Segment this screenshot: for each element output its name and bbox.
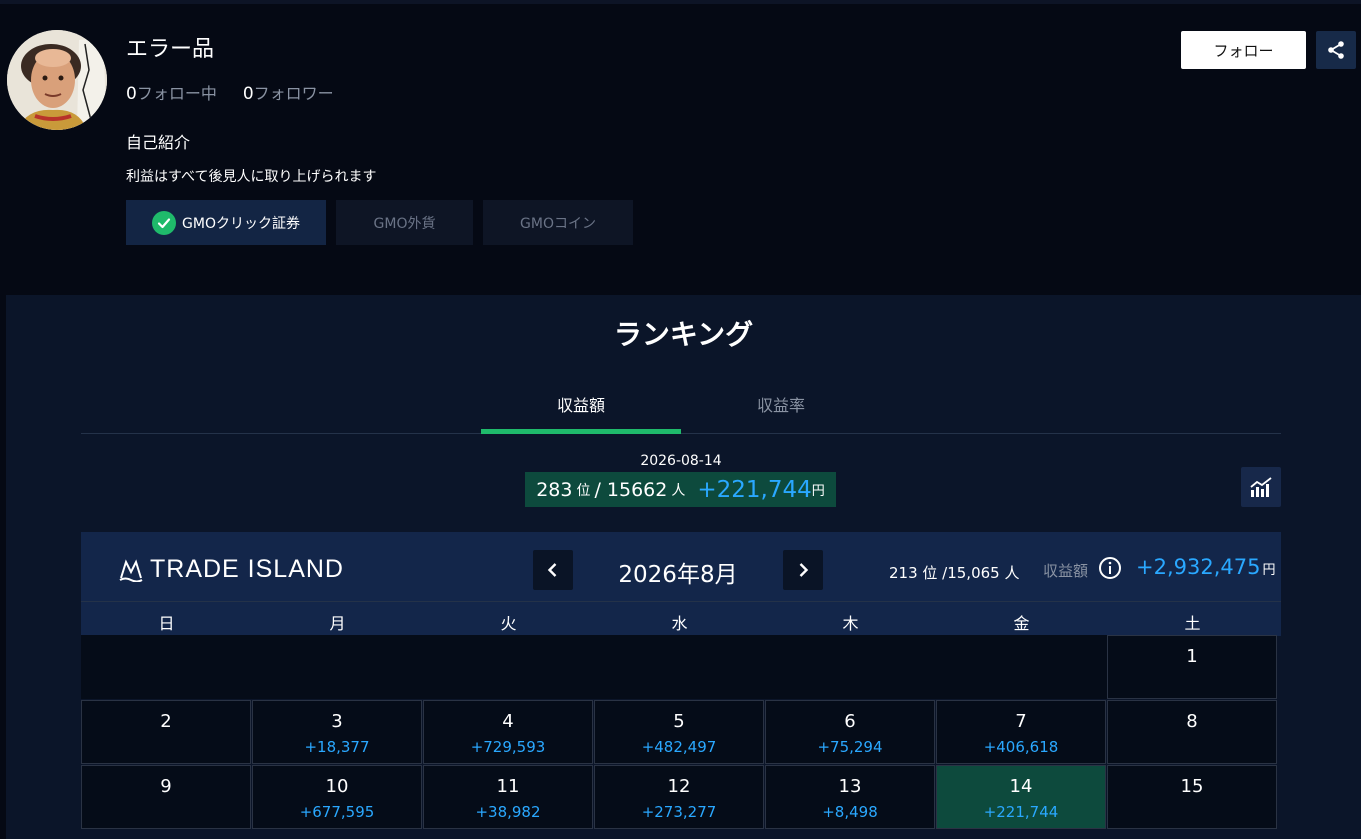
calendar-day-cell[interactable]: 4 +729,593	[423, 700, 593, 764]
day-number: 13	[838, 776, 862, 797]
bio-label: 自己紹介	[126, 133, 191, 152]
monthly-profit: +2,932,475 円	[1136, 555, 1276, 579]
tab-profit-rate[interactable]: 収益率	[681, 392, 881, 416]
check-icon	[152, 210, 177, 235]
calendar-day-cell[interactable]: 11 +38,982	[423, 765, 593, 829]
day-number: 10	[325, 776, 349, 797]
following-link[interactable]: 0フォロー中	[126, 80, 217, 104]
weekday-wed: 水	[671, 614, 688, 633]
day-profit: +482,497	[641, 738, 717, 756]
trade-island-logo: TRADE ISLAND	[118, 555, 344, 584]
avatar[interactable]	[7, 30, 107, 130]
calendar-day-cell[interactable]: 8	[1107, 700, 1277, 764]
broker-tab-gmo-click[interactable]: GMOクリック証券	[126, 200, 326, 245]
day-number: 5	[673, 711, 685, 732]
calendar-day-cell[interactable]: 7 +406,618	[936, 700, 1106, 764]
day-number: 7	[1015, 711, 1027, 732]
calendar-day-cell[interactable]: 14 +221,744	[936, 765, 1106, 829]
calendar-day-cell[interactable]: 6 +75,294	[765, 700, 935, 764]
day-profit: +677,595	[299, 803, 375, 821]
ranking-tabs: 収益額 収益率	[81, 365, 1281, 434]
chevron-left-icon	[547, 563, 557, 577]
day-number: 12	[667, 776, 691, 797]
ranking-section: ランキング 収益額 収益率 2026-08-14 283 位/ 15662 人 +22…	[6, 295, 1361, 839]
calendar-day-cell[interactable]: 13 +8,498	[765, 765, 935, 829]
day-profit: +75,294	[817, 738, 883, 756]
broker-tab-gmo-coin[interactable]: GMOコイン	[483, 200, 633, 245]
chart-toggle-button[interactable]	[1241, 467, 1281, 507]
weekday-sat: 土	[1184, 614, 1201, 633]
day-number: 4	[502, 711, 514, 732]
tab-profit-amount[interactable]: 収益額	[481, 392, 681, 416]
calendar-day-cell[interactable]: 3 +18,377	[252, 700, 422, 764]
calendar-day-cell[interactable]: 10 +677,595	[252, 765, 422, 829]
daily-rank-summary: 283 位/ 15662 人 +221,744 円	[525, 472, 836, 507]
chevron-right-icon	[799, 563, 809, 577]
next-month-button[interactable]	[783, 550, 823, 590]
day-number: 2	[160, 711, 172, 732]
weekday-mon: 月	[329, 614, 346, 633]
follow-button[interactable]: フォロー	[1181, 31, 1306, 69]
day-number: 8	[1186, 711, 1198, 732]
calendar-day-cell[interactable]: 9	[81, 765, 251, 829]
day-profit: +221,744	[983, 803, 1059, 821]
day-number: 14	[1009, 776, 1033, 797]
calendar-day-cell[interactable]: 5 +482,497	[594, 700, 764, 764]
trade-island-logo-icon	[119, 558, 143, 582]
share-button[interactable]	[1316, 31, 1356, 69]
day-number: 3	[331, 711, 343, 732]
day-number: 15	[1180, 776, 1204, 797]
summary-date: 2026-08-14	[640, 453, 722, 469]
day-profit: +273,277	[641, 803, 717, 821]
calendar-day-cell[interactable]: 1	[1107, 635, 1277, 699]
calendar-day-cell[interactable]: 2	[81, 700, 251, 764]
active-tab-indicator	[481, 429, 681, 434]
broker-label: GMOコイン	[520, 215, 596, 232]
day-number: 11	[496, 776, 520, 797]
weekday-thu: 木	[842, 614, 859, 633]
monthly-profit-label: 収益額	[1043, 562, 1089, 580]
followers-link[interactable]: 0フォロワー	[243, 80, 334, 104]
follow-stats: 0フォロー中 0フォロワー	[126, 80, 334, 104]
day-number: 1	[1186, 646, 1198, 667]
day-profit: +406,618	[983, 738, 1059, 756]
info-icon[interactable]	[1098, 556, 1122, 580]
calendar-grid: 1 2 3 +18,377 4 +729,593 5 +482,497 6 +75,294 7 +40…	[81, 635, 1281, 839]
monthly-rank: 213 位 /15,065 人	[889, 564, 1020, 582]
broker-label: GMOクリック証券	[182, 215, 300, 232]
day-profit: +38,982	[475, 803, 541, 821]
calendar-day-cell[interactable]: 15	[1107, 765, 1277, 829]
ranking-title: ランキング	[613, 318, 754, 351]
share-icon	[1328, 41, 1344, 59]
day-profit: +18,377	[304, 738, 370, 756]
day-profit: +729,593	[470, 738, 546, 756]
profile-header: エラー品 0フォロー中 0フォロワー 自己紹介 利益はすべて後見人に取り上げられ…	[0, 4, 1361, 295]
day-number: 6	[844, 711, 856, 732]
calendar-header: TRADE ISLAND 2026年8月 213 位 /15,065 人 収益額…	[81, 532, 1281, 601]
bio-text: 利益はすべて後見人に取り上げられます	[126, 169, 377, 185]
empty-days-area	[81, 635, 1107, 699]
weekday-header: 日 月 火 水 木 金 土	[81, 601, 1281, 636]
user-name: エラー品	[126, 37, 215, 62]
chart-icon	[1250, 477, 1272, 497]
calendar-day-cell[interactable]: 12 +273,277	[594, 765, 764, 829]
day-profit: +8,498	[822, 803, 878, 821]
prev-month-button[interactable]	[533, 550, 573, 590]
day-number: 9	[160, 776, 172, 797]
broker-label: GMO外貨	[373, 215, 436, 232]
weekday-sun: 日	[158, 614, 175, 633]
current-month: 2026年8月	[618, 562, 738, 588]
broker-tab-gmo-fx[interactable]: GMO外貨	[336, 200, 473, 245]
avatar-image	[7, 30, 107, 130]
weekday-tue: 火	[500, 614, 517, 633]
weekday-fri: 金	[1013, 614, 1030, 633]
